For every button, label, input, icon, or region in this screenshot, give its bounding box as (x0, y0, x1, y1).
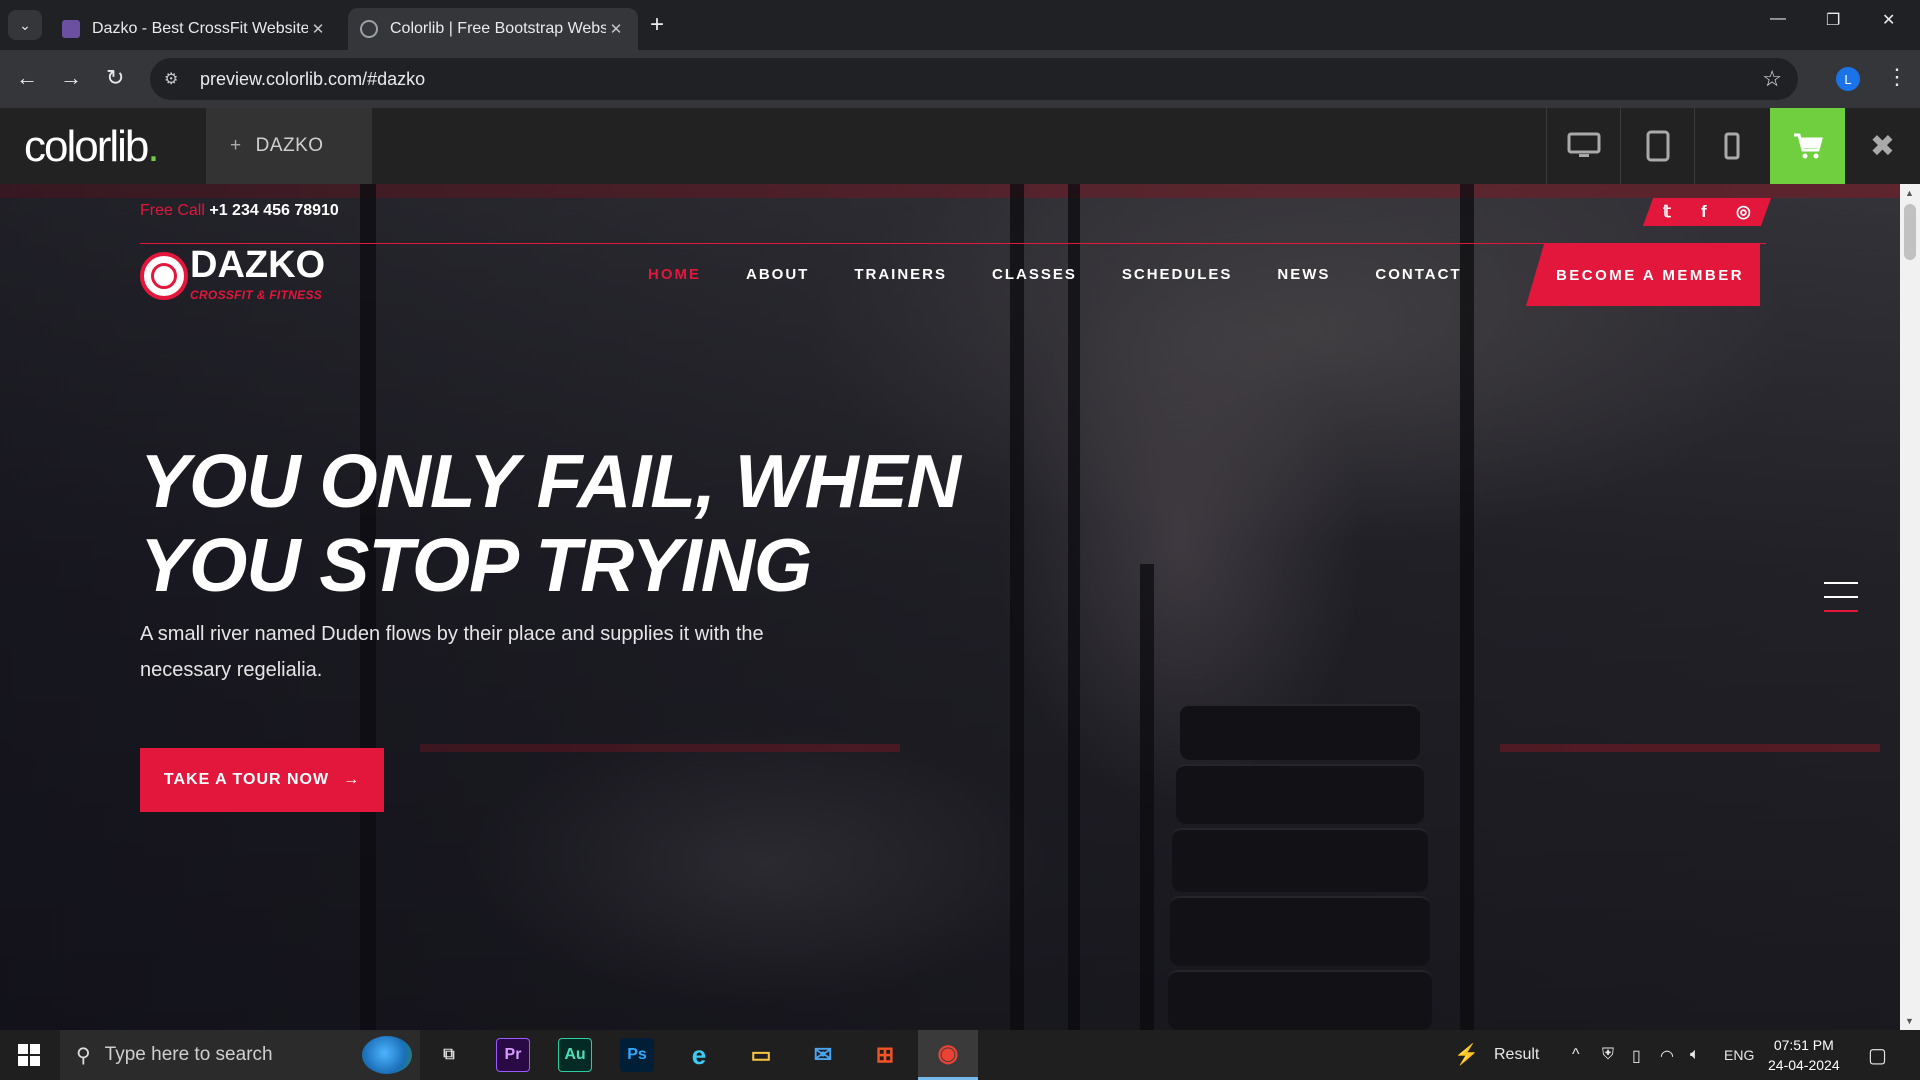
system-clock[interactable]: 07:51 PM 24-04-2024 (1768, 1035, 1840, 1075)
theme-label: DAZKO (255, 135, 324, 156)
nav-classes[interactable]: CLASSES (992, 266, 1077, 283)
scroll-down-icon[interactable]: ▼ (1905, 1016, 1914, 1026)
free-call-label: Free Call (140, 202, 205, 219)
become-member-button[interactable]: BECOME A MEMBER (1526, 244, 1760, 306)
file-explorer-icon[interactable]: ▭ (744, 1038, 778, 1072)
hero-section: Free Call +1 234 456 78910 𝕥 f ◎ DAZKO C… (0, 184, 1900, 1030)
windows-taskbar: ⚲ Type here to search ⧉ Pr Au Ps e ▭ ✉ ⊞… (0, 1030, 1920, 1080)
address-bar[interactable]: ⚙ preview.colorlib.com/#dazko ☆ (150, 58, 1798, 100)
notifications-icon[interactable]: ▢ (1868, 1043, 1887, 1068)
browser-menu-icon[interactable]: ⋮ (1886, 64, 1908, 90)
arrow-right-icon: → (343, 771, 361, 788)
photoshop-icon[interactable]: Ps (620, 1038, 654, 1072)
browser-toolbar: ← → ↻ ⚙ preview.colorlib.com/#dazko ☆ L … (0, 50, 1920, 108)
colorlib-favicon (62, 20, 80, 38)
premiere-icon[interactable]: Pr (496, 1038, 530, 1072)
nav-schedules[interactable]: SCHEDULES (1122, 266, 1233, 283)
scroll-up-icon[interactable]: ▲ (1905, 188, 1914, 198)
mobile-icon[interactable] (1694, 108, 1768, 184)
profile-avatar[interactable]: L (1836, 67, 1860, 91)
close-tab-icon[interactable]: ✕ (308, 20, 328, 38)
scrollbar-thumb[interactable] (1904, 204, 1916, 260)
bookmark-star-icon[interactable]: ☆ (1762, 66, 1782, 92)
reload-icon[interactable]: ↻ (106, 66, 124, 90)
plus-icon: + (230, 135, 242, 156)
tab-dazko[interactable]: Dazko - Best CrossFit Website ✕ (50, 8, 340, 50)
colorlib-logo-text: colorlib (24, 122, 149, 171)
colorlib-logo-dot: . (147, 122, 159, 171)
edge-icon[interactable]: e (682, 1038, 716, 1072)
earth-day-icon[interactable] (362, 1036, 412, 1074)
tab-title: Dazko - Best CrossFit Website (92, 20, 308, 37)
social-links: 𝕥 f ◎ (1642, 198, 1772, 226)
window-close-icon[interactable]: ✕ (1882, 10, 1895, 30)
desktop-icon[interactable] (1546, 108, 1620, 184)
nav-trainers[interactable]: TRAINERS (854, 266, 947, 283)
twitter-icon[interactable]: 𝕥 (1663, 202, 1671, 222)
dazko-logo-icon[interactable] (140, 252, 188, 300)
theme-selector[interactable]: + DAZKO (206, 108, 372, 184)
url-text[interactable]: preview.colorlib.com/#dazko (200, 69, 425, 90)
wifi-icon[interactable]: ◠ (1660, 1046, 1674, 1066)
browser-tab-strip: ⌄ Dazko - Best CrossFit Website ✕ Colorl… (0, 0, 1920, 50)
page-scrollbar[interactable]: ▲ ▼ (1900, 184, 1920, 1030)
clock-date: 24-04-2024 (1768, 1057, 1840, 1073)
nav-contact[interactable]: CONTACT (1375, 266, 1461, 283)
tablet-icon[interactable] (1620, 108, 1694, 184)
take-tour-label: TAKE A TOUR NOW (163, 771, 330, 788)
language-indicator[interactable]: ENG (1724, 1047, 1754, 1063)
hero-subtitle: A small river named Duden flows by their… (140, 623, 764, 681)
task-view-icon[interactable]: ⧉ (432, 1038, 466, 1072)
take-tour-button[interactable]: TAKE A TOUR NOW → (140, 748, 384, 812)
site-logo-name[interactable]: DAZKO (190, 244, 325, 287)
free-call: Free Call +1 234 456 78910 (140, 202, 339, 220)
tab-title: Colorlib | Free Bootstrap Webs (390, 20, 606, 37)
instagram-icon[interactable]: ◎ (1736, 202, 1751, 222)
result-label[interactable]: Result (1494, 1046, 1539, 1064)
site-info-icon[interactable]: ⚙ (164, 69, 190, 89)
new-tab-button[interactable]: + (650, 12, 664, 38)
site-logo-tagline: CROSSFIT & FITNESS (190, 288, 323, 302)
volume-icon[interactable]: 🔈︎ (1690, 1046, 1700, 1064)
close-tab-icon[interactable]: ✕ (606, 20, 626, 38)
header-divider (140, 243, 1766, 244)
search-icon: ⚲ (76, 1044, 91, 1067)
windows-start-icon[interactable] (18, 1044, 40, 1071)
phone-number[interactable]: +1 234 456 78910 (209, 202, 338, 219)
tab-colorlib[interactable]: Colorlib | Free Bootstrap Webs ✕ (348, 8, 638, 50)
nav-about[interactable]: ABOUT (746, 266, 809, 283)
chevron-up-icon[interactable]: ^ (1572, 1046, 1580, 1064)
close-preview-icon[interactable]: ✖ (1845, 108, 1920, 184)
colorlib-preview-bar: colorlib. + DAZKO ✖ (0, 108, 1920, 184)
clock-time: 07:51 PM (1773, 1037, 1834, 1053)
colorlib-logo[interactable]: colorlib. (24, 122, 160, 172)
facebook-icon[interactable]: f (1701, 202, 1707, 222)
hero-headline-line2: YOU STOP TRYING (140, 523, 812, 607)
shield-icon[interactable]: ⛨ (1602, 1046, 1614, 1064)
main-nav: HOME ABOUT TRAINERS CLASSES SCHEDULES NE… (648, 266, 1507, 283)
search-placeholder: Type here to search (104, 1044, 273, 1065)
chrome-icon[interactable]: ◉ (918, 1030, 978, 1080)
cart-icon[interactable] (1770, 108, 1845, 184)
minimize-icon[interactable]: — (1770, 10, 1786, 28)
nav-home[interactable]: HOME (648, 266, 701, 283)
back-icon[interactable]: ← (16, 66, 38, 90)
taskbar-search[interactable]: ⚲ Type here to search (60, 1030, 420, 1080)
restore-icon[interactable]: ❐ (1826, 10, 1840, 30)
tab-search-button[interactable]: ⌄ (8, 10, 42, 40)
battery-icon[interactable]: ▯ (1632, 1046, 1641, 1066)
nav-news[interactable]: NEWS (1277, 266, 1330, 283)
globe-icon (360, 20, 378, 38)
mail-icon[interactable]: ✉ (806, 1038, 840, 1072)
audition-icon[interactable]: Au (558, 1038, 592, 1072)
side-menu-icon[interactable] (1824, 582, 1858, 624)
store-icon[interactable]: ⊞ (868, 1038, 902, 1072)
hero-headline: YOU ONLY FAIL, WHEN YOU STOP TRYING (140, 439, 961, 607)
result-app-icon[interactable]: ⚡ (1454, 1042, 1479, 1067)
forward-icon[interactable]: → (60, 66, 82, 90)
hero-headline-line1: YOU ONLY FAIL, WHEN (140, 439, 961, 523)
